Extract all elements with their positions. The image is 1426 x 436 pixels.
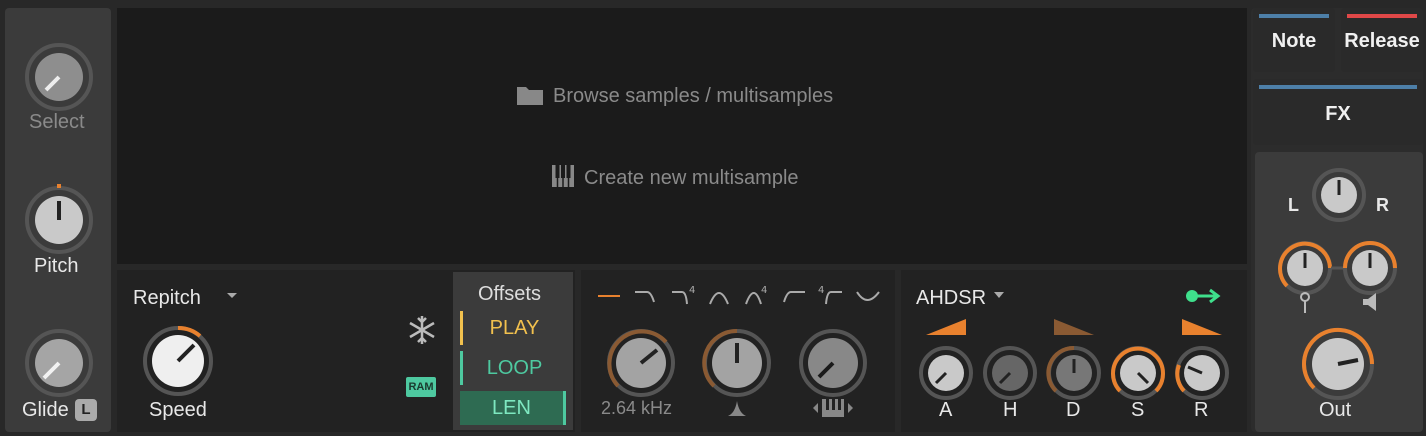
highpass-4-icon[interactable]: 4: [818, 284, 844, 308]
cutoff-knob[interactable]: [606, 328, 676, 398]
pan-left-label: L: [1288, 195, 1299, 215]
lowpass-4-icon[interactable]: 4: [670, 284, 696, 308]
notch-icon[interactable]: [855, 284, 881, 308]
folder-icon: [517, 87, 543, 105]
sustain-knob[interactable]: [1110, 345, 1166, 401]
glide-link-badge[interactable]: L: [75, 399, 97, 421]
pitch-knob[interactable]: [24, 184, 94, 255]
speed-knob[interactable]: [142, 325, 214, 397]
note-tab-bar: [1259, 14, 1329, 18]
glide-knob[interactable]: [24, 328, 94, 398]
flat-line-icon[interactable]: [596, 284, 622, 308]
tab-note-label: Note: [1271, 30, 1317, 52]
svg-text:4: 4: [818, 285, 824, 296]
volume-knob[interactable]: [1342, 240, 1398, 296]
browse-samples-link[interactable]: Browse samples / multisamples: [553, 85, 833, 108]
envelope-type-dropdown[interactable]: AHDSR: [916, 287, 986, 310]
attack-curve-icon[interactable]: [924, 317, 968, 337]
snowflake-icon[interactable]: [406, 314, 438, 346]
release-curve-icon[interactable]: [1180, 317, 1224, 337]
pitch-label: Pitch: [34, 255, 79, 277]
sustain-label: S: [1131, 399, 1145, 421]
mode-dropdown[interactable]: Repitch: [133, 287, 201, 310]
tab-fx-label: FX: [1325, 103, 1351, 125]
glide-label: Glide: [22, 399, 69, 421]
bandpass-icon[interactable]: [707, 284, 733, 308]
piano-keys-icon: [552, 165, 574, 187]
chevron-down-icon[interactable]: [994, 292, 1004, 299]
tab-fx[interactable]: FX: [1253, 79, 1423, 145]
create-multisample-link[interactable]: Create new multisample: [584, 167, 799, 190]
loop-offset[interactable]: LOOP: [460, 351, 566, 385]
ram-icon[interactable]: RAM: [406, 377, 436, 397]
attack-label: A: [939, 399, 953, 421]
attack-knob[interactable]: [918, 345, 974, 401]
out-label: Out: [1319, 399, 1352, 421]
decay-label: D: [1066, 399, 1081, 421]
release-env-label: R: [1194, 399, 1209, 421]
svg-text:4: 4: [761, 285, 767, 296]
release-tab-bar: [1347, 14, 1417, 18]
play-offset[interactable]: PLAY: [460, 311, 566, 345]
tab-note[interactable]: Note: [1253, 8, 1335, 72]
resonance-knob[interactable]: [702, 328, 772, 398]
pin-icon: [1300, 292, 1310, 313]
sample-drop-area[interactable]: [117, 8, 1247, 264]
resonance-peak-icon: [728, 401, 746, 416]
highpass-icon[interactable]: [781, 284, 807, 308]
lowpass-icon[interactable]: [633, 284, 659, 308]
fx-tab-bar: [1259, 85, 1417, 89]
select-label: Select: [29, 111, 85, 133]
hold-label: H: [1003, 399, 1018, 421]
chevron-down-icon[interactable]: [226, 292, 238, 300]
envelope-retrigger-icon[interactable]: [1185, 288, 1221, 304]
decay-curve-icon[interactable]: [1052, 317, 1096, 337]
filter-shape-icons: 4 4 4: [596, 284, 886, 308]
mod-knob[interactable]: [1277, 240, 1333, 296]
pan-right-label: R: [1376, 195, 1389, 215]
keytrack-knob[interactable]: [798, 328, 868, 398]
pan-knob[interactable]: [1311, 167, 1367, 223]
speaker-icon: [1363, 293, 1376, 311]
svg-text:4: 4: [689, 285, 695, 296]
speed-label: Speed: [149, 399, 207, 421]
select-knob[interactable]: [24, 42, 94, 112]
tab-release[interactable]: Release: [1341, 8, 1423, 72]
release-knob[interactable]: [1174, 345, 1230, 401]
offsets-title: Offsets: [478, 283, 541, 305]
hold-knob[interactable]: [982, 345, 1038, 401]
decay-knob[interactable]: [1046, 345, 1102, 401]
bandpass-4-icon[interactable]: 4: [744, 284, 770, 308]
keytrack-keys-icon: [813, 399, 853, 417]
tab-release-label: Release: [1344, 30, 1420, 52]
out-knob[interactable]: [1300, 326, 1376, 402]
cutoff-value: 2.64 kHz: [601, 398, 673, 418]
len-offset[interactable]: LEN: [460, 391, 566, 425]
